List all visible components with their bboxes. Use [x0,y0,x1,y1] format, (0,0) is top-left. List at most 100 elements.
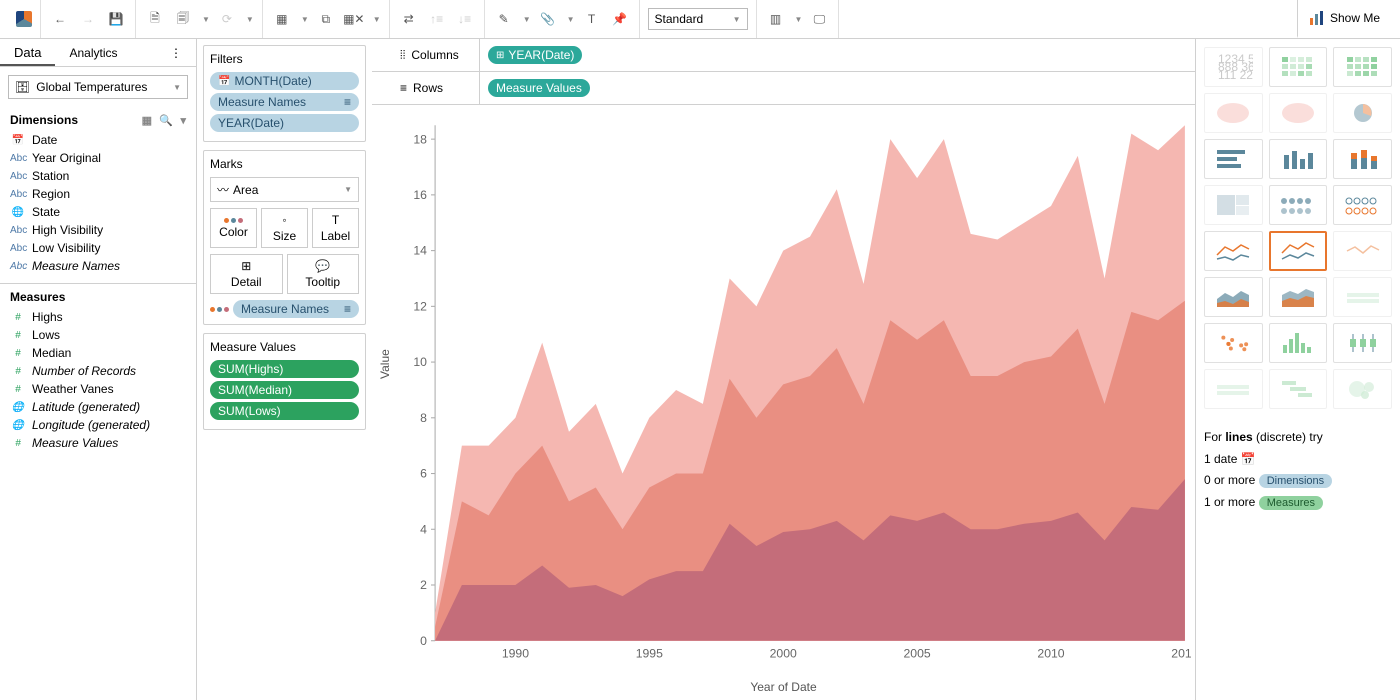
viz-type-bar[interactable] [1269,139,1328,179]
measure-field[interactable]: 🌐Longitude (generated) [6,416,190,434]
mark-size[interactable]: ◦Size [261,208,308,248]
measure-field[interactable]: 🌐Latitude (generated) [6,398,190,416]
duplicate-button[interactable]: ⧉ [315,8,337,30]
mark-tooltip[interactable]: 💬Tooltip [287,254,360,294]
viz-type-tree[interactable] [1204,185,1263,225]
dimension-field[interactable]: AbcMeasure Names [6,257,190,275]
dimension-field[interactable]: 📅Date [6,131,190,149]
viz-type-sc[interactable] [1204,323,1263,363]
chevron-down-icon[interactable]: ▼ [567,15,575,24]
mark-color[interactable]: Color [210,208,257,248]
search-icon[interactable]: 🔍 [159,115,173,127]
measure-field[interactable]: #Highs [6,308,190,326]
shelves-pane: Filters 📅MONTH(Date) Measure Names≡ YEAR… [197,39,372,700]
tab-analytics[interactable]: Analytics ⋮ [55,39,196,66]
columns-label: Columns [411,48,458,62]
date-icon: 📅 [218,76,230,87]
filter-pill[interactable]: Measure Names≡ [210,93,359,111]
swap-button[interactable]: ⇄ [398,8,420,30]
dimension-field[interactable]: AbcStation [6,167,190,185]
mark-label[interactable]: TLabel [312,208,359,248]
save-button[interactable]: 💾 [105,8,127,30]
group-button: 📎 [537,8,559,30]
fit-select[interactable]: Standard ▼ [648,8,748,30]
columns-icon: ⦙⦙ [400,48,405,63]
pin-button[interactable]: 📌 [609,8,631,30]
measure-field[interactable]: #Lows [6,326,190,344]
menu-icon[interactable]: ▾ [180,115,186,127]
viz-type-hbar[interactable] [1204,139,1263,179]
viz-type-sarea[interactable] [1269,277,1328,317]
dimension-field[interactable]: AbcYear Original [6,149,190,167]
datasource-select[interactable]: 🗄 Global Temperatures ▼ [8,75,188,99]
chevron-down-icon[interactable]: ▼ [301,15,309,24]
measure-field[interactable]: #Median [6,344,190,362]
columns-pill[interactable]: ⊞YEAR(Date) [488,46,582,64]
viz-type-hist[interactable] [1269,323,1328,363]
area-icon: 〰 [217,181,229,198]
viz-type-map2[interactable] [1269,93,1328,133]
size-icon: ◦ [282,213,286,227]
field-type-icon: Abc [10,189,26,200]
viz-type-hl[interactable] [1333,47,1392,87]
viz-type-bub[interactable] [1333,369,1392,409]
viz-area: ⦙⦙Columns ⊞YEAR(Date) ≡Rows Measure Valu… [372,39,1195,700]
viz-type-gantt[interactable] [1269,369,1328,409]
viz-type-circ[interactable] [1269,185,1328,225]
viz-type-box[interactable] [1333,323,1392,363]
viz-type-map1[interactable] [1204,93,1263,133]
viz-type-sbar[interactable] [1333,139,1392,179]
chevron-down-icon[interactable]: ▼ [795,15,803,24]
show-me-button[interactable]: Show Me [1297,0,1392,38]
viz-type-sbs[interactable] [1333,185,1392,225]
viz-type-h2[interactable] [1204,369,1263,409]
chevron-down-icon[interactable]: ▼ [202,15,210,24]
tab-menu-icon[interactable]: ⋮ [170,46,182,60]
marks-pill[interactable]: Measure Names≡ [233,300,359,318]
viz-type-line1[interactable] [1204,231,1263,271]
measure-field[interactable]: #Number of Records [6,362,190,380]
text-icon: T [332,213,339,227]
autosave-button[interactable]: 🗐 [172,8,194,30]
undo-button[interactable]: ← [49,8,71,30]
clear-button[interactable]: ▦✕ [343,8,365,30]
viz-type-heat[interactable] [1269,47,1328,87]
rows-pill[interactable]: Measure Values [488,79,590,97]
viz-type-area[interactable] [1204,277,1263,317]
chevron-down-icon[interactable]: ▼ [373,15,381,24]
new-sheet-button[interactable]: ▦ [271,8,293,30]
presentation-button[interactable]: 🖵 [808,8,830,30]
viz-type-pie[interactable] [1333,93,1392,133]
filter-pill[interactable]: YEAR(Date) [210,114,359,132]
measure-field[interactable]: #Weather Vanes [6,380,190,398]
dimension-field[interactable]: AbcLow Visibility [6,239,190,257]
show-me-label: Show Me [1330,11,1380,25]
mv-pill[interactable]: SUM(Lows) [210,402,359,420]
cards-button[interactable]: ▥ [765,8,787,30]
mark-detail[interactable]: ⊞Detail [210,254,283,294]
view-icon[interactable]: ▦ [142,115,152,127]
redo-button: → [77,8,99,30]
viz-type-table[interactable]: 1234 5678 678888 366 232111 222 [1204,47,1263,87]
tab-data[interactable]: Data [0,39,55,66]
filter-pill[interactable]: 📅MONTH(Date) [210,72,359,90]
chevron-down-icon[interactable]: ▼ [523,15,531,24]
viz-type-h1[interactable] [1333,277,1392,317]
new-data-button[interactable]: 🗎 [144,8,166,30]
mv-pill[interactable]: SUM(Median) [210,381,359,399]
label-button[interactable]: T [581,8,603,30]
svg-text:18: 18 [413,132,427,146]
viz-type-line2[interactable] [1269,231,1328,271]
svg-text:1995: 1995 [636,646,663,660]
field-type-icon: Abc [10,243,26,254]
dimension-field[interactable]: AbcHigh Visibility [6,221,190,239]
mark-type-select[interactable]: 〰Area ▼ [210,177,359,202]
chevron-down-icon[interactable]: ▼ [246,15,254,24]
dimension-field[interactable]: AbcRegion [6,185,190,203]
mv-pill[interactable]: SUM(Highs) [210,360,359,378]
viz-type-dline[interactable] [1333,231,1392,271]
field-type-icon: # [10,330,26,341]
measure-field[interactable]: #Measure Values [6,434,190,452]
highlight-button[interactable]: ✎ [493,8,515,30]
dimension-field[interactable]: 🌐State [6,203,190,221]
